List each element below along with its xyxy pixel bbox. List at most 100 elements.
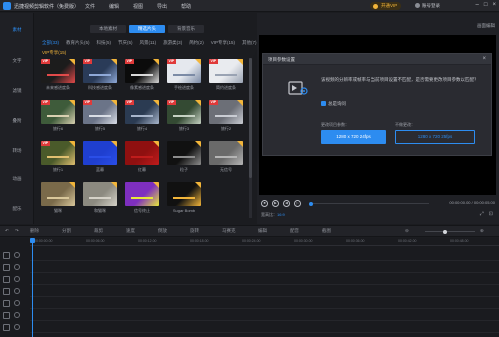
favorite-corner-icon[interactable] — [237, 141, 243, 147]
screenshot-tool[interactable]: 截图 — [322, 228, 331, 234]
template-thumbnail[interactable]: 和猫咪 — [83, 182, 117, 214]
undo-icon[interactable]: ↶ — [5, 228, 9, 234]
menu-help[interactable]: 帮助 — [181, 3, 191, 10]
next-frame-icon[interactable]: ▷ — [294, 200, 301, 207]
timeline-track[interactable] — [30, 298, 499, 309]
favorite-corner-icon[interactable] — [195, 182, 201, 188]
reverse-tool[interactable]: 倒放 — [158, 228, 167, 234]
timeline-track[interactable] — [30, 262, 499, 273]
minimize-button[interactable]: – — [476, 2, 479, 8]
redo-icon[interactable]: ↷ — [15, 228, 19, 234]
menu-export[interactable]: 导出 — [157, 3, 167, 10]
split-tool[interactable]: 分割 — [62, 228, 71, 234]
category-other[interactable]: 其他(7) — [242, 40, 257, 46]
favorite-corner-icon[interactable] — [195, 59, 201, 65]
favorite-corner-icon[interactable] — [195, 141, 201, 147]
track-visibility-icon[interactable] — [14, 288, 20, 294]
template-thumbnail[interactable]: VIP 科技感进度条 — [83, 59, 117, 91]
template-thumbnail[interactable]: 信号终止 — [125, 182, 159, 214]
menu-view[interactable]: 视图 — [133, 3, 143, 10]
timeline-track[interactable] — [30, 286, 499, 297]
nav-text[interactable]: 文字 — [0, 58, 34, 64]
favorite-corner-icon[interactable] — [153, 59, 159, 65]
change-params-button[interactable]: 1280 x 720 24fps — [321, 130, 386, 144]
nav-animation[interactable]: 动画 — [0, 176, 34, 182]
snapshot-icon[interactable]: ⊡ — [489, 211, 493, 217]
nav-overlay[interactable]: 叠附 — [0, 118, 34, 124]
template-thumbnail[interactable]: 猫咪 — [41, 182, 75, 214]
template-thumbnail[interactable]: VIP 简约进度条 — [209, 59, 243, 91]
aspect-ratio[interactable]: 宽高比：16:9 — [261, 212, 285, 218]
speed-tool[interactable]: 速度 — [126, 228, 135, 234]
template-thumbnail[interactable]: VIP 旅行4 — [125, 100, 159, 132]
favorite-corner-icon[interactable] — [111, 59, 117, 65]
template-thumbnail[interactable]: VIP 像素感进度条 — [125, 59, 159, 91]
category-simple[interactable]: 简约(2) — [189, 40, 204, 46]
dub-tool[interactable]: 配音 — [290, 228, 299, 234]
nav-music[interactable]: 配乐 — [0, 206, 34, 212]
track-visibility-icon[interactable] — [14, 312, 20, 318]
track-visibility-icon[interactable] — [14, 276, 20, 282]
favorite-corner-icon[interactable] — [69, 100, 75, 106]
menu-file[interactable]: 文件 — [85, 3, 95, 10]
category-education[interactable]: 教育片头(5) — [66, 40, 90, 46]
timeline-track[interactable] — [30, 274, 499, 285]
timeline-track[interactable] — [30, 250, 499, 261]
library-scroll-thumb[interactable] — [249, 58, 252, 178]
category-tech[interactable]: 科技(5) — [97, 40, 112, 46]
favorite-corner-icon[interactable] — [237, 59, 243, 65]
prev-frame-icon[interactable]: ◀ — [283, 200, 290, 207]
category-scenery[interactable]: 风景(11) — [140, 40, 157, 46]
template-thumbnail[interactable]: VIP 旅行5 — [83, 100, 117, 132]
category-vip[interactable]: VIP专享(15) — [211, 40, 235, 46]
category-all[interactable]: 全部(33) — [42, 40, 59, 46]
track-visibility-icon[interactable] — [14, 300, 20, 306]
favorite-corner-icon[interactable] — [153, 100, 159, 106]
nav-filter[interactable]: 滤镜 — [0, 88, 34, 94]
template-thumbnail[interactable]: VIP 旅行2 — [209, 100, 243, 132]
category-travel[interactable]: 旅游类(3) — [163, 40, 182, 46]
edit-tool[interactable]: 编辑 — [258, 228, 267, 234]
favorite-corner-icon[interactable] — [111, 100, 117, 106]
track-visibility-icon[interactable] — [14, 324, 20, 330]
template-thumbnail[interactable]: 红幕 — [125, 141, 159, 173]
template-thumbnail[interactable]: 蓝幕 — [83, 141, 117, 173]
always-ask-checkbox[interactable]: 总是询问 — [321, 101, 346, 107]
timeline-track[interactable] — [30, 322, 499, 333]
delete-tool[interactable]: 删除 — [30, 228, 39, 234]
dialog-close-button[interactable]: × — [482, 56, 486, 62]
template-thumbnail[interactable]: VIP 未来感进度条 — [41, 59, 75, 91]
category-festival[interactable]: 节庆(5) — [118, 40, 133, 46]
template-thumbnail[interactable]: VIP 旅行3 — [167, 100, 201, 132]
track-visibility-icon[interactable] — [14, 252, 20, 258]
mosaic-tool[interactable]: 马赛克 — [222, 228, 236, 234]
tab-featured-intros[interactable]: 精选片头 — [129, 25, 165, 33]
zoom-in-icon[interactable]: ⊕ — [480, 228, 484, 234]
menu-edit[interactable]: 编辑 — [109, 3, 119, 10]
fullscreen-icon[interactable]: ⤢ — [480, 211, 484, 217]
zoom-slider[interactable] — [425, 229, 475, 234]
zoom-handle[interactable] — [443, 229, 447, 234]
template-thumbnail[interactable]: VIP 手绘进度条 — [167, 59, 201, 91]
login-button[interactable]: 账号登录 — [415, 3, 440, 9]
nav-transition[interactable]: 转场 — [0, 148, 34, 154]
template-thumbnail[interactable]: 粒子 — [167, 141, 201, 173]
zoom-out-icon[interactable]: ⊖ — [405, 228, 409, 234]
tab-local-media[interactable]: 本地素材 — [90, 25, 126, 33]
favorite-corner-icon[interactable] — [111, 182, 117, 188]
rotate-tool[interactable]: 旋转 — [190, 228, 199, 234]
favorite-corner-icon[interactable] — [111, 141, 117, 147]
favorite-corner-icon[interactable] — [237, 100, 243, 106]
progress-track[interactable] — [309, 201, 429, 206]
keep-params-button[interactable]: 1280 x 720 25fps — [395, 130, 475, 144]
favorite-corner-icon[interactable] — [69, 59, 75, 65]
progress-handle[interactable] — [309, 201, 313, 206]
favorite-corner-icon[interactable] — [153, 141, 159, 147]
vip-button[interactable]: 开通VIP — [370, 2, 402, 10]
template-thumbnail[interactable]: VIP 旅行6 — [41, 100, 75, 132]
close-button[interactable]: × — [492, 2, 496, 8]
playhead[interactable] — [32, 238, 33, 337]
stop-icon[interactable]: ■ — [261, 200, 268, 207]
favorite-corner-icon[interactable] — [69, 141, 75, 147]
template-thumbnail[interactable]: VIP 旅行1 — [41, 141, 75, 173]
